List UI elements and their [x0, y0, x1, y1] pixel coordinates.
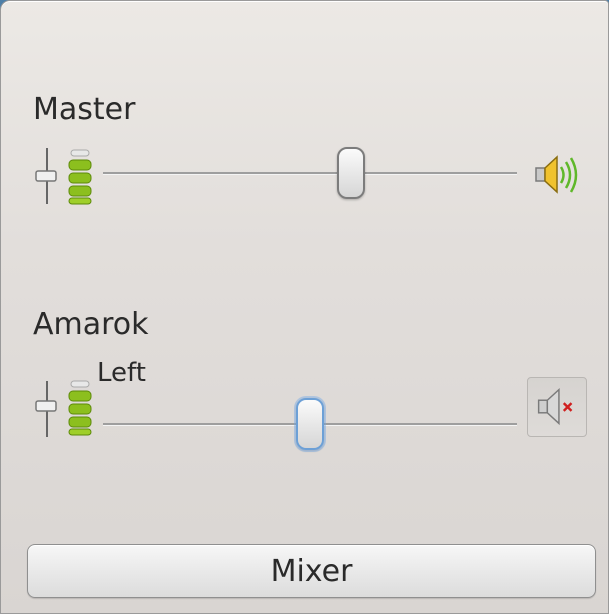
master-volume-track[interactable] [103, 172, 517, 175]
amarok-volume-slider-handle[interactable] [296, 398, 324, 450]
level-meter-icon [68, 149, 92, 205]
volume-popup-panel: Master Amarok Left Mixer [0, 0, 609, 614]
level-meter-icon [68, 380, 92, 436]
speaker-muted-icon [537, 387, 573, 426]
channel-label-amarok: Amarok [33, 307, 149, 342]
mute-toggle-button[interactable] [527, 377, 587, 437]
mixer-button[interactable]: Mixer [27, 544, 596, 598]
channel-sub-label-left: Left [97, 358, 146, 388]
master-volume-slider-handle[interactable] [337, 147, 366, 199]
fader-icon [35, 381, 57, 437]
channel-label-master: Master [33, 92, 136, 127]
speaker-volume-icon[interactable] [527, 145, 587, 205]
fader-icon [35, 148, 57, 204]
